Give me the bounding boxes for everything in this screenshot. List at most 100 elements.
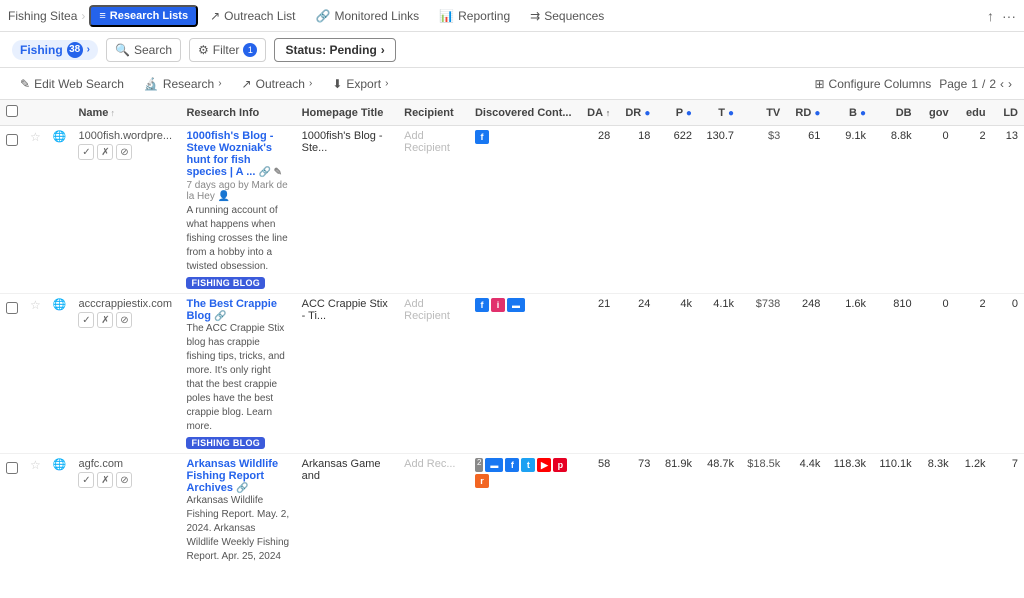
row-gov: 0 bbox=[918, 294, 955, 454]
research-button[interactable]: 🔬 Research › bbox=[136, 74, 230, 94]
row-checkbox[interactable] bbox=[6, 302, 18, 314]
reporting-link[interactable]: 📊 Reporting bbox=[431, 9, 518, 23]
row-star-cell: ☆ bbox=[24, 294, 47, 454]
th-gov[interactable]: gov bbox=[918, 100, 955, 126]
block-action-button[interactable]: ⊘ bbox=[116, 472, 132, 488]
next-page-button[interactable]: › bbox=[1008, 77, 1012, 91]
table-header: Name Research Info Homepage Title Recipi… bbox=[0, 100, 1024, 126]
star-icon[interactable]: ☆ bbox=[30, 130, 41, 144]
row-ld: 7 bbox=[992, 454, 1024, 571]
check-action-button[interactable]: ✓ bbox=[78, 144, 94, 160]
row-tv: $18.5k bbox=[740, 454, 786, 571]
add-recipient-link[interactable]: Add Rec... bbox=[404, 458, 455, 470]
keyword-expand-icon: › bbox=[87, 44, 90, 55]
add-recipient-link[interactable]: Add Recipient bbox=[404, 130, 450, 154]
outreach-button[interactable]: ↗ Outreach › bbox=[234, 74, 321, 94]
outreach-list-link[interactable]: ↗ Outreach List bbox=[202, 9, 303, 23]
homepage-title: 1000fish's Blog - Ste... bbox=[302, 130, 383, 154]
research-meta: 7 days ago by Mark de la Hey 👤 bbox=[186, 180, 289, 202]
row-p: 622 bbox=[656, 126, 698, 294]
filter-count: 1 bbox=[243, 43, 257, 57]
configure-columns-button[interactable]: ⊞ Configure Columns bbox=[814, 77, 931, 91]
toolbar: Fishing 38 › 🔍 Search ⚙ Filter 1 Status:… bbox=[0, 32, 1024, 68]
social-icon-ig: i bbox=[491, 298, 505, 312]
star-icon[interactable]: ☆ bbox=[30, 458, 41, 472]
th-research: Research Info bbox=[180, 100, 295, 126]
research-icon: 🔬 bbox=[144, 77, 159, 91]
th-tv[interactable]: TV bbox=[740, 100, 786, 126]
research-title-link[interactable]: 1000fish's Blog - Steve Wozniak's hunt f… bbox=[186, 130, 282, 178]
research-title-link[interactable]: The Best Crappie Blog 🔗 bbox=[186, 298, 276, 322]
research-title-link[interactable]: Arkansas Wildlife Fishing Report Archive… bbox=[186, 458, 278, 494]
homepage-title: ACC Crappie Stix - Ti... bbox=[302, 298, 388, 322]
sequence-icon: ⇉ bbox=[530, 9, 540, 23]
results-table: Name Research Info Homepage Title Recipi… bbox=[0, 100, 1024, 570]
table-row: ☆ 🌐 agfc.com ✓ ✗ ⊘ Arkansas Wildlife Fis… bbox=[0, 454, 1024, 571]
row-gov: 8.3k bbox=[918, 454, 955, 571]
row-recipient-cell: Add Recipient bbox=[398, 294, 469, 454]
action-right: ⊞ Configure Columns Page 1 / 2 ‹ › bbox=[814, 77, 1012, 91]
row-actions: ✓ ✗ ⊘ bbox=[78, 472, 174, 488]
row-checkbox-cell bbox=[0, 126, 24, 294]
th-dr[interactable]: DR ● bbox=[616, 100, 656, 126]
block-action-button[interactable]: ⊘ bbox=[116, 144, 132, 160]
row-b: 9.1k bbox=[826, 126, 872, 294]
th-b[interactable]: B ● bbox=[826, 100, 872, 126]
reject-action-button[interactable]: ✗ bbox=[97, 472, 113, 488]
row-homepage-cell: 1000fish's Blog - Ste... bbox=[296, 126, 399, 294]
edit-web-search-button[interactable]: ✎ Edit Web Search bbox=[12, 74, 132, 94]
th-p[interactable]: P ● bbox=[656, 100, 698, 126]
keyword-badge[interactable]: Fishing 38 › bbox=[12, 40, 98, 60]
block-action-button[interactable]: ⊘ bbox=[116, 312, 132, 328]
star-icon[interactable]: ☆ bbox=[30, 298, 41, 312]
research-excerpt: A running account of what happens when f… bbox=[186, 204, 289, 274]
check-action-button[interactable]: ✓ bbox=[78, 312, 94, 328]
add-recipient-link[interactable]: Add Recipient bbox=[404, 298, 450, 322]
search-button[interactable]: 🔍 Search bbox=[106, 38, 181, 62]
row-domain-cell: agfc.com ✓ ✗ ⊘ bbox=[72, 454, 180, 571]
social-icon-yt: ▶ bbox=[537, 458, 551, 472]
bar-chart-icon: 📊 bbox=[439, 9, 454, 23]
monitored-links-link[interactable]: 🔗 Monitored Links bbox=[308, 9, 428, 23]
globe-icon: 🌐 bbox=[53, 299, 67, 311]
chain-icon: 🔗 bbox=[316, 9, 331, 23]
th-t[interactable]: T ● bbox=[698, 100, 740, 126]
table-wrapper: Name Research Info Homepage Title Recipi… bbox=[0, 100, 1024, 570]
social-icon-rss: r bbox=[475, 474, 489, 488]
th-name[interactable]: Name bbox=[72, 100, 180, 126]
status-button[interactable]: Status: Pending › bbox=[274, 38, 395, 62]
row-checkbox[interactable] bbox=[6, 462, 18, 474]
research-lists-tab[interactable]: ≡ Research Lists bbox=[89, 5, 198, 27]
keyword-label: Fishing bbox=[20, 43, 63, 57]
social-icon-fb: f bbox=[475, 130, 489, 144]
row-b: 1.6k bbox=[826, 294, 872, 454]
th-da[interactable]: DA ↑ bbox=[578, 100, 617, 126]
th-edu[interactable]: edu bbox=[955, 100, 992, 126]
row-checkbox[interactable] bbox=[6, 134, 18, 146]
reject-action-button[interactable]: ✗ bbox=[97, 312, 113, 328]
row-dr: 24 bbox=[616, 294, 656, 454]
th-checkbox bbox=[0, 100, 24, 126]
select-all-checkbox[interactable] bbox=[6, 105, 18, 117]
columns-icon: ⊞ bbox=[814, 77, 824, 91]
row-star-cell: ☆ bbox=[24, 454, 47, 571]
row-tv: $738 bbox=[740, 294, 786, 454]
sequences-link[interactable]: ⇉ Sequences bbox=[522, 9, 612, 23]
th-homepage: Homepage Title bbox=[296, 100, 399, 126]
prev-page-button[interactable]: ‹ bbox=[1000, 77, 1004, 91]
th-db[interactable]: DB bbox=[872, 100, 918, 126]
export-button[interactable]: ⬇ Export › bbox=[324, 74, 396, 94]
th-ld[interactable]: LD bbox=[992, 100, 1024, 126]
filter-button[interactable]: ⚙ Filter 1 bbox=[189, 38, 266, 62]
social-icon-fb: f bbox=[475, 298, 489, 312]
reject-action-button[interactable]: ✗ bbox=[97, 144, 113, 160]
page-info: Page 1 / 2 ‹ › bbox=[939, 77, 1012, 91]
row-edu: 1.2k bbox=[955, 454, 992, 571]
th-recipient: Recipient bbox=[398, 100, 469, 126]
upload-button[interactable]: ↑ bbox=[987, 8, 994, 24]
more-menu-button[interactable]: ··· bbox=[1002, 8, 1016, 24]
row-da: 28 bbox=[578, 126, 617, 294]
th-rd[interactable]: RD ● bbox=[786, 100, 826, 126]
check-action-button[interactable]: ✓ bbox=[78, 472, 94, 488]
row-db: 810 bbox=[872, 294, 918, 454]
